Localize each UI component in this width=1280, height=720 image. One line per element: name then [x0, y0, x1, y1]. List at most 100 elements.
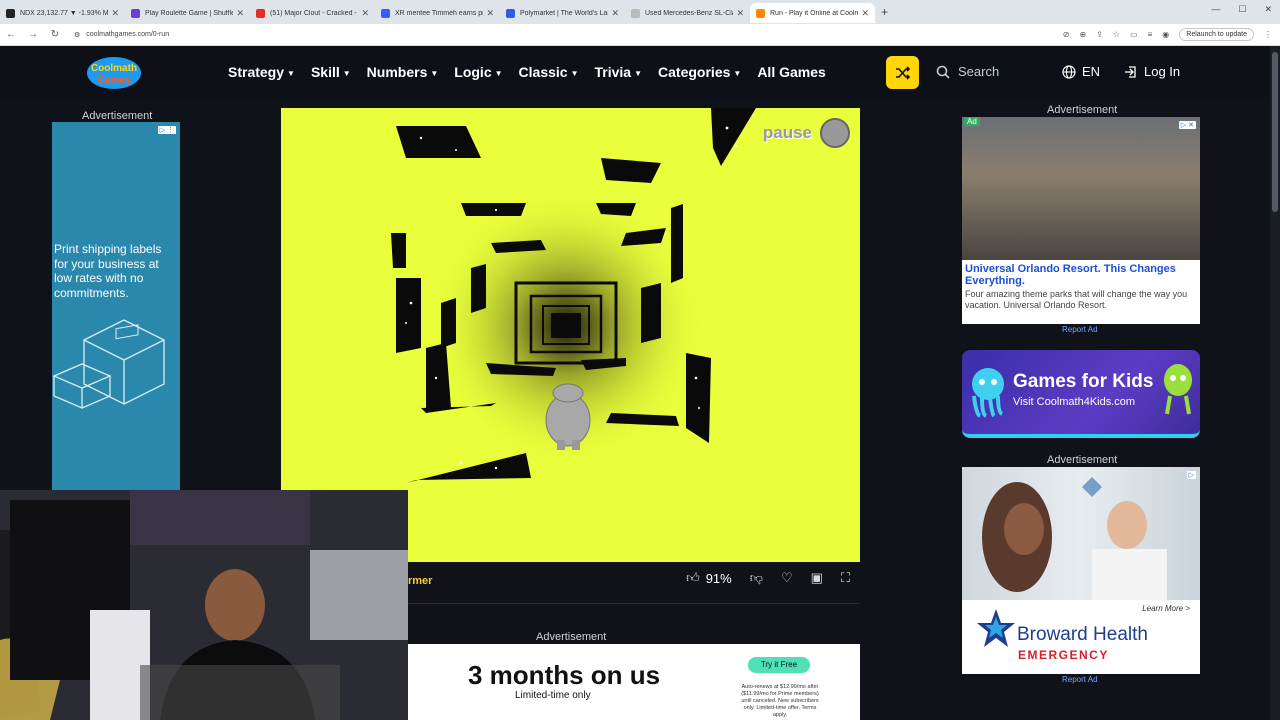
nav-classic[interactable]: Classic ▼: [519, 64, 579, 80]
close-tab-icon[interactable]: ✕: [736, 8, 744, 19]
login-button[interactable]: Log In: [1124, 64, 1180, 79]
address-bar: ← → ↻ ⚙ coolmathgames.com/0-run ⊘ ⊕ ⇪ ☆ …: [0, 24, 1280, 46]
polymarket-icon: [506, 8, 515, 18]
ad-text: Print shipping labels for your business …: [54, 242, 162, 300]
browser-tab[interactable]: Play Roulette Game | Shuffle.io ✕: [125, 3, 250, 23]
octopus-mascot: [972, 368, 1004, 418]
language-selector[interactable]: EN: [1062, 64, 1100, 79]
close-tab-icon[interactable]: ✕: [111, 8, 119, 19]
chevron-down-icon: ▼: [287, 68, 295, 78]
nav-logic[interactable]: Logic ▼: [454, 64, 502, 80]
forward-icon[interactable]: →: [22, 29, 44, 40]
kids-ad-subtitle: Visit Coolmath4Kids.com: [1013, 396, 1136, 408]
close-window-icon[interactable]: ✕: [1264, 4, 1272, 15]
universal-orlando-ad[interactable]: Ad ▷ ✕ Universal Orlando Resort. This Ch…: [962, 117, 1200, 324]
browser-tab[interactable]: Polymarket | The World's Large ✕: [500, 3, 625, 23]
profile-icon[interactable]: ◉: [1162, 30, 1169, 39]
broward-star-logo: [977, 609, 1015, 647]
search-button[interactable]: Search: [936, 64, 999, 79]
coolmath-logo[interactable]: Coolmath Games: [86, 56, 142, 90]
new-tab-icon[interactable]: +: [881, 5, 888, 19]
broward-name: Broward Health: [1017, 624, 1148, 645]
ad-photo: [962, 467, 1200, 600]
nav-categories[interactable]: Categories ▼: [658, 64, 741, 80]
url-field[interactable]: ⚙ coolmathgames.com/0-run: [74, 31, 169, 39]
maximize-icon[interactable]: ☐: [1238, 4, 1246, 15]
share-icon[interactable]: ⇪: [1096, 30, 1103, 39]
chevron-down-icon: ▼: [430, 68, 439, 78]
browser-tab[interactable]: NDX 23,132.77 ▼ -1.93% MAG✕: [0, 3, 125, 23]
nav-trivia[interactable]: Trivia ▼: [595, 64, 643, 80]
globe-icon: [1062, 64, 1076, 79]
svg-text:Coolmath: Coolmath: [91, 63, 137, 74]
thumbs-up-icon[interactable]: 👍︎: [686, 570, 700, 586]
adchoices-icon[interactable]: ▷ ✕: [1178, 121, 1196, 129]
browser-tab-bar: NDX 23,132.77 ▼ -1.93% MAG✕ Play Roulett…: [0, 0, 1280, 24]
prime-video-ad[interactable]: 3 months on us Limited-time only Try it …: [408, 644, 860, 720]
close-tab-icon[interactable]: ✕: [236, 8, 244, 19]
fullscreen-icon[interactable]: ⛶: [841, 570, 850, 586]
try-free-button[interactable]: Try it Free: [748, 657, 810, 673]
shuffle-icon: [131, 8, 140, 18]
game-toolbar: rmer 👍︎ 91% 👎︎ ♡ ▣ ⛶: [408, 562, 860, 604]
tracking-off-icon[interactable]: ⊘: [1063, 30, 1070, 39]
ad-title[interactable]: Universal Orlando Resort. This Changes E…: [965, 263, 1195, 287]
login-icon: [1125, 65, 1136, 78]
zoom-icon[interactable]: ⊕: [1079, 30, 1086, 39]
browser-tab[interactable]: Used Mercedes-Benz SL-Class ✕: [625, 3, 750, 23]
ad-fine-print: Auto-renews at $12.99/mo after ($11.99/m…: [741, 684, 819, 718]
report-ad-link[interactable]: Report Ad: [1062, 675, 1098, 684]
chevron-down-icon: ▼: [634, 68, 643, 78]
adchoices-icon[interactable]: ▷ ⋮: [157, 126, 176, 134]
advertisement-label: Advertisement: [536, 631, 607, 643]
broward-health-ad[interactable]: ▷ Learn More > Broward Health EMERGENCY: [962, 467, 1200, 674]
reload-icon[interactable]: ↻: [44, 29, 66, 40]
bookmark-icon[interactable]: ☆: [1113, 30, 1120, 39]
close-tab-icon[interactable]: ✕: [361, 8, 369, 19]
relaunch-button[interactable]: Relaunch to update: [1179, 28, 1254, 41]
shipping-ad[interactable]: ▷ ⋮ Print shipping labels for your busin…: [52, 122, 180, 492]
ad-headline: 3 months on us: [468, 660, 661, 690]
adchoices-icon[interactable]: ▷: [1186, 471, 1196, 479]
nav-strategy[interactable]: Strategy ▼: [228, 64, 295, 80]
chevron-down-icon: ▼: [733, 68, 742, 78]
nav-numbers[interactable]: Numbers ▼: [367, 64, 439, 80]
menu-icon[interactable]: ⋮: [1264, 30, 1272, 39]
learn-more-link[interactable]: Learn More >: [1142, 604, 1190, 613]
nav-skill[interactable]: Skill ▼: [311, 64, 351, 80]
nav-all-games[interactable]: All Games: [757, 64, 825, 80]
like-percentage: 91%: [705, 570, 732, 586]
coolmath4kids-ad[interactable]: Games for Kids Visit Coolmath4Kids.com: [962, 350, 1200, 438]
sidebar-icon[interactable]: ▭: [1130, 30, 1138, 39]
browser-tab-active[interactable]: Run - Play it Online at Coolmat ✕: [750, 3, 875, 23]
close-tab-icon[interactable]: ✕: [486, 8, 494, 19]
streamer-video: [0, 490, 408, 720]
heart-icon[interactable]: ♡: [781, 570, 793, 586]
chevron-down-icon: ▼: [342, 68, 351, 78]
close-tab-icon[interactable]: ✕: [861, 8, 869, 19]
extensions-icon[interactable]: ≡: [1148, 30, 1153, 39]
close-tab-icon[interactable]: ✕: [611, 8, 619, 19]
report-ad-link[interactable]: Report Ad: [1062, 325, 1098, 334]
shuffle-icon: [895, 65, 910, 80]
ad-badge: Ad: [964, 117, 980, 126]
svg-text:Games: Games: [97, 75, 131, 86]
minimize-icon[interactable]: —: [1211, 4, 1220, 15]
ad-subtext: Limited-time only: [515, 690, 591, 701]
pause-button[interactable]: pause: [763, 118, 850, 148]
site-info-icon[interactable]: ⚙: [74, 31, 80, 39]
browser-tab[interactable]: XR mentee Timmeh earns pro ✕: [375, 3, 500, 23]
car-site-icon: [631, 8, 640, 18]
news-icon: [381, 8, 390, 18]
gamepad-icon[interactable]: ▣: [811, 570, 823, 586]
chevron-down-icon: ▼: [570, 68, 579, 78]
site-header: Coolmath Games Strategy ▼ Skill ▼ Numbers ▼…: [0, 46, 1280, 98]
browser-tab[interactable]: (51) Major Clout - Cracked - Yo ✕: [250, 3, 375, 23]
random-game-button[interactable]: [886, 56, 919, 89]
page-scrollbar[interactable]: [1270, 46, 1280, 720]
back-icon[interactable]: ←: [0, 29, 22, 40]
search-icon: [936, 65, 950, 79]
window-controls: — ☐ ✕: [1211, 4, 1272, 15]
thumbs-down-icon[interactable]: 👎︎: [750, 570, 763, 586]
scrollbar-thumb[interactable]: [1272, 52, 1278, 212]
